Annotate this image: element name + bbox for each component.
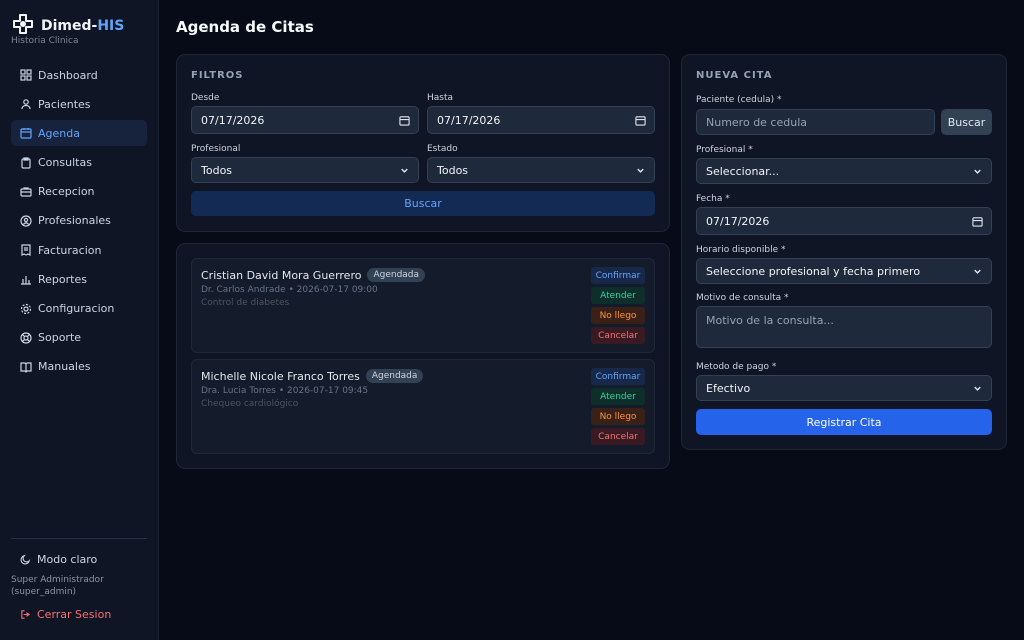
sidebar-divider xyxy=(11,538,147,539)
receipt-icon xyxy=(20,244,32,257)
sidebar-item-label: Recepcion xyxy=(38,185,95,199)
reception-icon xyxy=(20,186,32,198)
appointment-reason: Chequeo cardiológico xyxy=(201,399,299,409)
cancel-button[interactable]: Cancelar xyxy=(591,327,645,344)
cancel-button[interactable]: Cancelar xyxy=(591,428,645,445)
sidebar-item-label: Pacientes xyxy=(38,97,91,111)
appointment-patient: Cristian David Mora Guerrero Agendada xyxy=(201,268,426,282)
reason-textarea[interactable]: Motivo de la consulta... xyxy=(696,306,992,348)
grid-icon xyxy=(20,69,32,81)
theme-toggle-label: Modo claro xyxy=(37,553,98,566)
brand-subtitle: Historia Clinica xyxy=(11,36,79,46)
chevron-down-icon xyxy=(974,169,981,174)
date-label: Fecha * xyxy=(696,194,730,204)
estado-filter-label: Estado xyxy=(427,144,458,154)
status-badge: Agendada xyxy=(367,268,426,282)
calendar-icon xyxy=(20,127,32,139)
sidebar-nav: Dashboard Pacientes Agenda Consultas Rec… xyxy=(11,62,147,383)
professional-label: Profesional * xyxy=(696,145,753,155)
sidebar-item-label: Configuracion xyxy=(38,302,115,315)
user-role: Super Administrador xyxy=(11,575,104,585)
chevron-down-icon xyxy=(974,386,981,391)
sidebar-item-configuracion[interactable]: Configuracion xyxy=(11,296,147,322)
moon-icon xyxy=(20,554,31,565)
sidebar-item-dashboard[interactable]: Dashboard xyxy=(11,62,147,88)
sidebar-item-consultas[interactable]: Consultas xyxy=(11,150,147,176)
sidebar-item-label: Profesionales xyxy=(38,214,111,228)
sidebar-item-label: Soporte xyxy=(38,331,82,345)
sidebar-item-label: Manuales xyxy=(38,360,91,374)
sidebar-item-manuales[interactable]: Manuales xyxy=(11,354,147,380)
attend-button[interactable]: Atender xyxy=(591,388,645,405)
new-appointment-title: NUEVA CITA xyxy=(696,70,773,81)
appointment-meta: Dr. Carlos Andrade • 2026-07-17 09:00 xyxy=(201,285,378,295)
professional-select[interactable]: Seleccionar... xyxy=(696,158,992,184)
sidebar-item-label: Agenda xyxy=(38,126,80,140)
appointment-reason: Control de diabetes xyxy=(201,298,290,308)
patient-id-input[interactable]: Numero de cedula xyxy=(696,109,935,135)
reason-label: Motivo de consulta * xyxy=(696,293,789,303)
patient-search-button[interactable]: Buscar xyxy=(941,109,992,135)
appointment-item[interactable]: Cristian David Mora Guerrero Agendada Dr… xyxy=(191,258,655,353)
sidebar-item-facturacion[interactable]: Facturacion xyxy=(11,237,147,263)
slot-label: Horario disponible * xyxy=(696,245,786,255)
sidebar-item-recepcion[interactable]: Recepcion xyxy=(11,179,147,205)
chevron-down-icon xyxy=(974,269,981,274)
desde-label: Desde xyxy=(191,93,220,103)
attend-button[interactable]: Atender xyxy=(591,287,645,304)
sidebar: Dimed-HIS Historia Clinica Dashboard Pac… xyxy=(0,0,159,640)
appointment-meta: Dra. Lucia Torres • 2026-07-17 09:45 xyxy=(201,386,369,396)
logout-icon xyxy=(21,610,31,619)
logout-button[interactable]: Cerrar Sesion xyxy=(20,608,111,621)
register-appointment-button[interactable]: Registrar Cita xyxy=(696,409,992,435)
lifebuoy-icon xyxy=(20,332,32,344)
logout-label: Cerrar Sesion xyxy=(37,608,112,621)
estado-filter-select[interactable]: Todos xyxy=(427,157,655,183)
patient-label: Paciente (cedula) * xyxy=(696,95,782,105)
payment-method-select[interactable]: Efectivo xyxy=(696,375,992,401)
date-input[interactable]: 07/17/2026 xyxy=(696,207,992,235)
profesional-filter-select[interactable]: Todos xyxy=(191,157,419,183)
sidebar-item-soporte[interactable]: Soporte xyxy=(11,325,147,351)
no-show-button[interactable]: No llego xyxy=(591,408,645,425)
hasta-date-input[interactable]: 07/17/2026 xyxy=(427,106,655,134)
user-id: (super_admin) xyxy=(11,587,77,597)
appointment-patient: Michelle Nicole Franco Torres Agendada xyxy=(201,369,424,383)
payment-label: Metodo de pago * xyxy=(696,362,777,372)
status-badge: Agendada xyxy=(365,369,424,383)
sidebar-item-reportes[interactable]: Reportes xyxy=(11,266,147,292)
clipboard-icon xyxy=(20,156,32,169)
users-icon xyxy=(20,98,32,110)
calendar-icon[interactable] xyxy=(635,115,646,126)
filters-title: FILTROS xyxy=(191,70,244,81)
calendar-icon[interactable] xyxy=(399,115,410,126)
chevron-down-icon xyxy=(637,168,644,173)
user-info: Super Administrador (super_admin) xyxy=(11,574,104,598)
hasta-label: Hasta xyxy=(427,93,454,103)
book-icon xyxy=(20,361,32,373)
appointment-item[interactable]: Michelle Nicole Franco Torres Agendada D… xyxy=(191,359,655,454)
user-circle-icon xyxy=(20,215,32,227)
no-show-button[interactable]: No llego xyxy=(591,307,645,324)
sidebar-item-pacientes[interactable]: Pacientes xyxy=(11,91,147,117)
confirm-button[interactable]: Confirmar xyxy=(591,368,645,385)
sidebar-item-label: Consultas xyxy=(38,156,92,170)
time-slot-select[interactable]: Seleccione profesional y fecha primero xyxy=(696,258,992,284)
filter-search-button[interactable]: Buscar xyxy=(191,191,655,216)
chevron-down-icon xyxy=(401,168,408,173)
sidebar-item-label: Facturacion xyxy=(38,243,102,257)
calendar-icon[interactable] xyxy=(972,216,983,227)
bar-chart-icon xyxy=(20,273,32,285)
gear-icon xyxy=(20,303,32,315)
sidebar-item-label: Reportes xyxy=(38,272,87,286)
profesional-filter-label: Profesional xyxy=(191,144,241,154)
confirm-button[interactable]: Confirmar xyxy=(591,267,645,284)
page-title: Agenda de Citas xyxy=(176,18,314,36)
sidebar-item-profesionales[interactable]: Profesionales xyxy=(11,208,147,234)
sidebar-item-agenda[interactable]: Agenda xyxy=(11,120,147,147)
sidebar-item-label: Dashboard xyxy=(38,68,98,82)
desde-date-input[interactable]: 07/17/2026 xyxy=(191,106,419,134)
theme-toggle[interactable]: Modo claro xyxy=(20,553,97,566)
brand-name: Dimed-HIS xyxy=(41,18,125,34)
